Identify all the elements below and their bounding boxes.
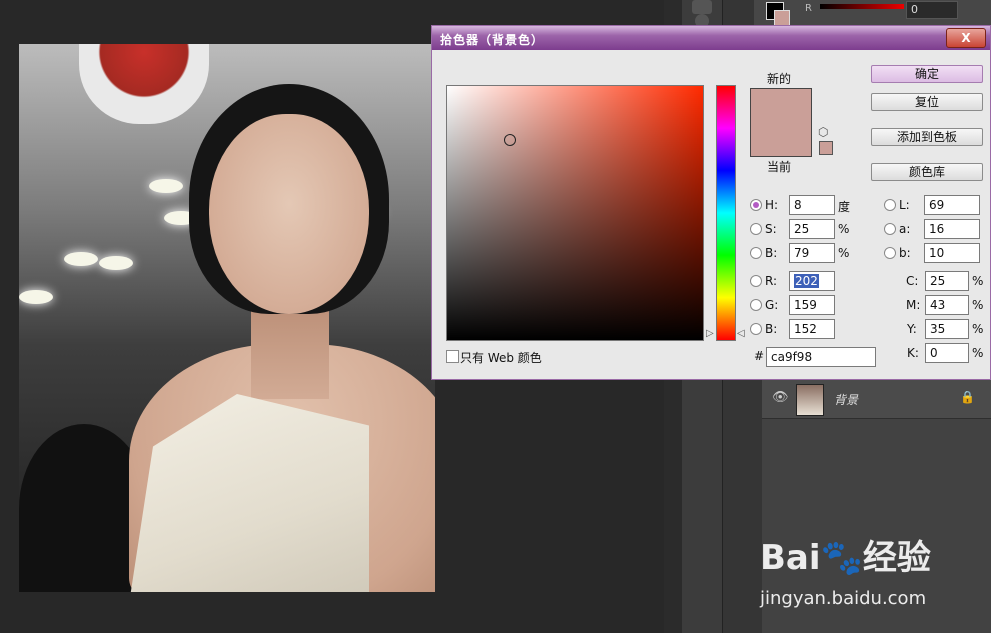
g-input[interactable]: 159 (789, 295, 835, 315)
lock-icon: 🔒 (960, 390, 975, 404)
ceiling-lamp (19, 290, 53, 304)
layer-row[interactable]: 👁 背景 🔒 (762, 380, 991, 419)
m-unit: % (972, 298, 984, 312)
panel-icon[interactable] (692, 0, 712, 14)
layer-name: 背景 (834, 393, 859, 407)
r-input[interactable]: 202 (789, 271, 835, 291)
k-unit: % (972, 346, 984, 360)
rgb-b-label: B: (765, 322, 778, 336)
k-label: K: (907, 346, 919, 360)
g-radio[interactable] (750, 299, 762, 311)
new-color-label: 新的 (767, 72, 792, 86)
k-input[interactable]: 0 (925, 343, 969, 363)
m-label: M: (906, 298, 921, 312)
h-radio[interactable] (750, 199, 762, 211)
current-color-swatch[interactable] (750, 122, 812, 157)
r-channel-label: R (805, 3, 812, 14)
rgb-b-radio[interactable] (750, 323, 762, 335)
h-input[interactable]: 8 (789, 195, 835, 215)
m-input[interactable]: 43 (925, 295, 969, 315)
baidu-logo-watermark: Bai🐾经验 (760, 538, 931, 578)
r-channel-slider[interactable] (820, 4, 904, 9)
hue-slider-right-arrow-icon[interactable]: ◁ (737, 328, 745, 339)
s-unit: % (838, 222, 850, 236)
dialog-title: 拾色器（背景色） (440, 33, 545, 47)
layer-thumbnail (796, 384, 824, 416)
rgb-b-input[interactable]: 152 (789, 319, 835, 339)
c-label: C: (906, 274, 919, 288)
add-to-swatches-button[interactable]: 添加到色板 (871, 128, 983, 146)
y-input[interactable]: 35 (925, 319, 969, 339)
color-field-cursor[interactable] (504, 134, 516, 146)
y-label: Y: (907, 322, 917, 336)
lab-b-input[interactable]: 10 (924, 243, 980, 263)
color-picker-dialog: 拾色器（背景色） X ▷ ◁ 新的 当前 ⬡ 确定 复位 添加到色板 颜色库 H… (431, 25, 991, 380)
new-color-swatch (750, 88, 812, 123)
hex-input[interactable]: ca9f98 (766, 347, 876, 367)
close-button[interactable]: X (946, 28, 986, 48)
s-input[interactable]: 25 (789, 219, 835, 239)
b-label: B: (765, 246, 778, 260)
web-safe-swatch[interactable] (819, 141, 833, 155)
background-banner (79, 44, 209, 124)
r-label: R: (765, 274, 778, 288)
hue-slider-left-arrow-icon[interactable]: ▷ (706, 328, 714, 339)
b-radio[interactable] (750, 247, 762, 259)
ceiling-lamp (64, 252, 98, 266)
ceiling-lamp (149, 179, 183, 193)
web-colors-only-label: 只有 Web 颜色 (460, 351, 542, 365)
r-input-selection: 202 (794, 274, 819, 288)
b-unit: % (838, 246, 850, 260)
l-label: L: (899, 198, 910, 212)
photo-image[interactable] (19, 44, 435, 592)
cube-icon[interactable]: ⬡ (818, 125, 828, 139)
dialog-titlebar[interactable]: 拾色器（背景色） X (432, 26, 990, 50)
color-libraries-button[interactable]: 颜色库 (871, 163, 983, 181)
b-input[interactable]: 79 (789, 243, 835, 263)
l-radio[interactable] (884, 199, 896, 211)
lab-b-radio[interactable] (884, 247, 896, 259)
face (209, 114, 369, 314)
r-channel-value[interactable]: 0 (906, 1, 958, 19)
web-colors-only-checkbox[interactable] (446, 350, 459, 363)
g-label: G: (765, 298, 779, 312)
a-label: a: (899, 222, 911, 236)
hue-slider[interactable] (716, 85, 736, 341)
r-radio[interactable] (750, 275, 762, 287)
ok-button[interactable]: 确定 (871, 65, 983, 83)
s-label: S: (765, 222, 777, 236)
lab-b-label: b: (899, 246, 911, 260)
a-radio[interactable] (884, 223, 896, 235)
hex-label: # (754, 349, 765, 363)
watermark-url: jingyan.baidu.com (760, 588, 927, 609)
h-unit: 度 (838, 200, 851, 214)
a-input[interactable]: 16 (924, 219, 980, 239)
background-color-swatch[interactable] (774, 10, 790, 26)
c-input[interactable]: 25 (925, 271, 969, 291)
h-label: H: (765, 198, 779, 212)
color-panel: R 0 (754, 0, 991, 26)
ceiling-lamp (99, 256, 133, 270)
current-color-label: 当前 (767, 160, 792, 174)
y-unit: % (972, 322, 984, 336)
s-radio[interactable] (750, 223, 762, 235)
color-field[interactable] (446, 85, 704, 341)
visibility-eye-icon[interactable]: 👁 (772, 390, 789, 405)
reset-button[interactable]: 复位 (871, 93, 983, 111)
c-unit: % (972, 274, 984, 288)
l-input[interactable]: 69 (924, 195, 980, 215)
